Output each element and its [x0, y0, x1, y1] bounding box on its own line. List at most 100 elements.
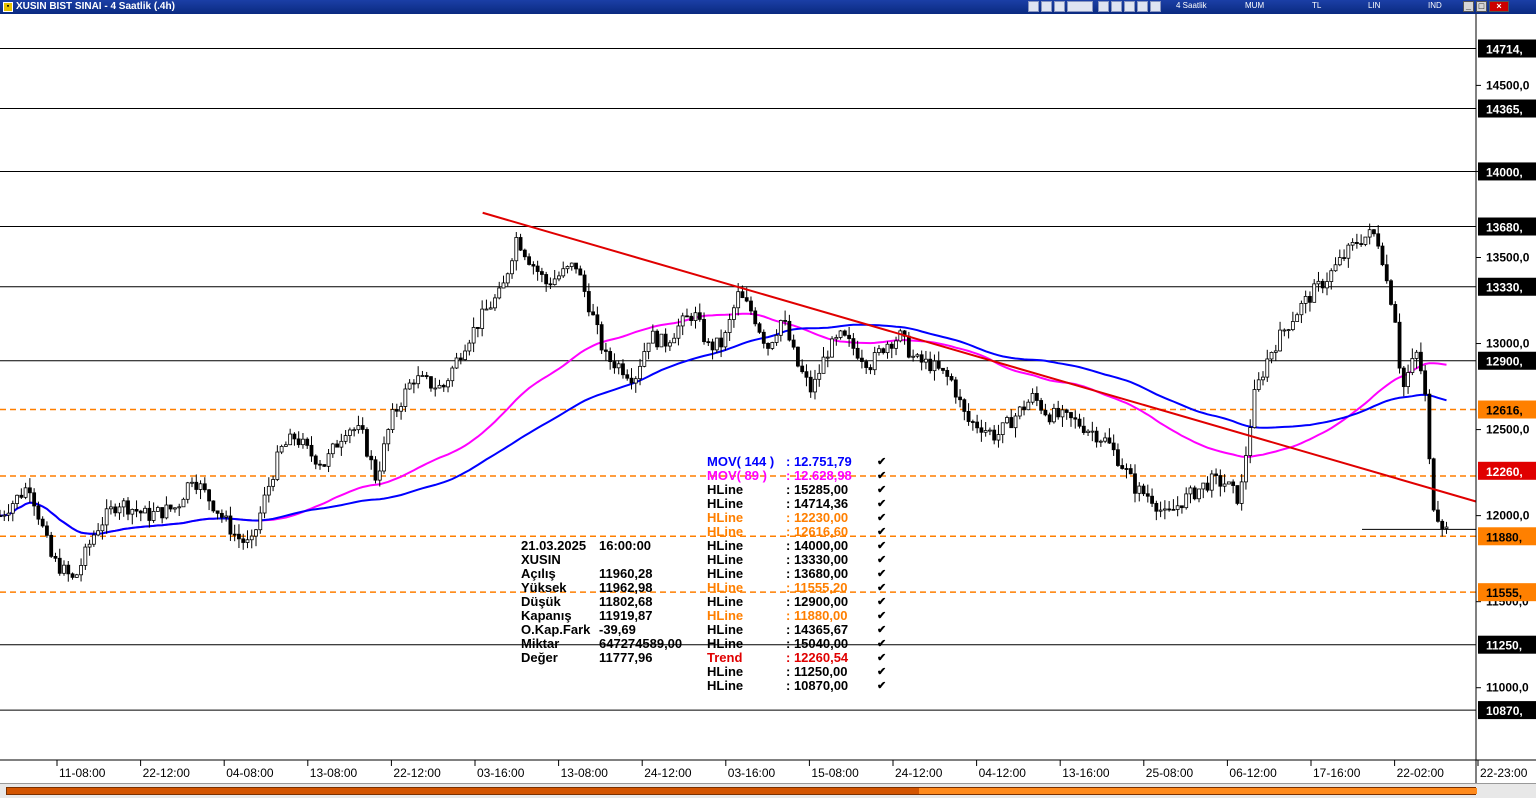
candle-body — [766, 342, 770, 349]
legend-row[interactable]: HLine: 12230,00 ✔ — [707, 511, 887, 525]
tool-icon[interactable] — [1067, 1, 1093, 12]
legend-check-icon[interactable]: ✔ — [877, 497, 886, 511]
period-selector[interactable]: 4 Saatlik — [1176, 1, 1207, 10]
legend-check-icon[interactable]: ✔ — [877, 539, 886, 553]
candle-body — [407, 382, 412, 390]
tool-icon[interactable] — [1124, 1, 1135, 12]
legend-row[interactable]: HLine: 14000,00 ✔ — [707, 539, 887, 553]
legend-name: HLine — [707, 622, 744, 637]
legend-row[interactable]: MOV( 89 ): 12.628,98 ✔ — [707, 469, 887, 483]
legend-name: HLine — [707, 594, 744, 609]
candle-body — [1009, 417, 1014, 429]
candle-body — [817, 372, 822, 380]
horizontal-scrollbar[interactable] — [6, 787, 1477, 795]
legend-row[interactable]: HLine: 11250,00 ✔ — [707, 665, 887, 679]
legend-row[interactable]: HLine: 15040,00 ✔ — [707, 637, 887, 651]
legend-row[interactable]: Trend: 12260,54 ✔ — [707, 651, 887, 665]
candle-body — [424, 375, 429, 378]
menu-tl[interactable]: TL — [1312, 1, 1321, 10]
minimize-button[interactable]: _ — [1463, 1, 1474, 12]
candle-body — [309, 444, 314, 457]
legend-check-icon[interactable]: ✔ — [877, 483, 886, 497]
legend-check-icon[interactable]: ✔ — [877, 609, 886, 623]
legend-name: HLine — [707, 496, 744, 511]
candle-body — [23, 487, 28, 498]
legend-check-icon[interactable]: ✔ — [877, 455, 886, 469]
tool-icon[interactable] — [1028, 1, 1039, 12]
candle-body — [224, 515, 229, 518]
candle-body — [552, 278, 557, 285]
legend-row[interactable]: HLine: 10870,00 ✔ — [707, 679, 887, 693]
legend-check-icon[interactable]: ✔ — [877, 511, 886, 525]
time-tick-label: 22-12:00 — [393, 766, 441, 780]
axis-tick-label: 13500,0 — [1486, 250, 1530, 264]
tool-icon[interactable] — [1150, 1, 1161, 12]
time-tick-label: 17-16:00 — [1313, 766, 1361, 780]
candle-body — [126, 500, 130, 515]
candle-body — [1354, 241, 1359, 244]
legend-check-icon[interactable]: ✔ — [877, 651, 886, 665]
menu-ind[interactable]: IND — [1428, 1, 1442, 10]
candle-body — [10, 503, 15, 514]
candle-body — [983, 430, 988, 433]
legend-check-icon[interactable]: ✔ — [877, 595, 886, 609]
menu-mum[interactable]: MUM — [1245, 1, 1264, 10]
time-tick-label: 11-08:00 — [59, 766, 106, 780]
legend-name: HLine — [707, 664, 744, 679]
candle-body — [958, 396, 962, 401]
legend-row[interactable]: HLine: 14714,36 ✔ — [707, 497, 887, 511]
candle-body — [723, 332, 728, 348]
menu-lin[interactable]: LIN — [1368, 1, 1380, 10]
candle-body — [604, 349, 608, 352]
legend-row[interactable]: HLine: 12900,00 ✔ — [707, 595, 887, 609]
legend-row[interactable]: HLine: 11555,20 ✔ — [707, 581, 887, 595]
tool-icon[interactable] — [1054, 1, 1065, 12]
candle-body — [1261, 376, 1265, 381]
legend-name: HLine — [707, 580, 744, 595]
tool-icon[interactable] — [1041, 1, 1052, 12]
candle-body — [1406, 372, 1410, 388]
legend-row[interactable]: HLine: 13680,00 ✔ — [707, 567, 887, 581]
legend-check-icon[interactable]: ✔ — [877, 553, 886, 567]
candle-body — [569, 262, 574, 267]
legend-row[interactable]: MOV( 144 ): 12.751,79 ✔ — [707, 455, 887, 469]
candle-body — [275, 451, 280, 480]
candle-body — [685, 315, 689, 318]
legend-row[interactable]: HLine: 11880,00 ✔ — [707, 609, 887, 623]
legend-row[interactable]: HLine: 15285,00 ✔ — [707, 483, 887, 497]
candle-body — [518, 237, 523, 251]
legend-check-icon[interactable]: ✔ — [877, 581, 886, 595]
app-icon[interactable]: ▪ — [3, 2, 13, 12]
legend-check-icon[interactable]: ✔ — [877, 469, 886, 483]
legend-row[interactable]: HLine: 14365,67 ✔ — [707, 623, 887, 637]
legend-check-icon[interactable]: ✔ — [877, 679, 886, 693]
legend-row[interactable]: HLine: 12616,60 ✔ — [707, 525, 887, 539]
legend-check-icon[interactable]: ✔ — [877, 637, 886, 651]
candle-body — [744, 297, 749, 302]
candle-body — [932, 360, 937, 372]
legend-row[interactable]: HLine: 13330,00 ✔ — [707, 553, 887, 567]
candle-body — [1005, 417, 1009, 424]
tool-icon[interactable] — [1137, 1, 1148, 12]
scrollbar-thumb[interactable] — [919, 788, 1477, 794]
legend-check-icon[interactable]: ✔ — [877, 623, 886, 637]
tool-icon[interactable] — [1111, 1, 1122, 12]
candle-body — [117, 506, 122, 514]
candle-body — [868, 367, 873, 371]
legend-name: HLine — [707, 566, 744, 581]
legend-check-icon[interactable]: ✔ — [877, 525, 886, 539]
close-button[interactable]: × — [1489, 1, 1509, 12]
legend-name: HLine — [707, 510, 744, 525]
candle-body — [1423, 370, 1428, 395]
legend-check-icon[interactable]: ✔ — [877, 567, 886, 581]
legend-check-icon[interactable]: ✔ — [877, 665, 886, 679]
candle-body — [813, 378, 817, 393]
candle-body — [266, 485, 271, 496]
candle-body — [249, 535, 254, 541]
candle-body — [668, 342, 672, 347]
tool-icon[interactable] — [1098, 1, 1109, 12]
maximize-button[interactable]: □ — [1476, 1, 1487, 12]
candle-body — [851, 338, 856, 349]
candle-body — [608, 351, 613, 362]
candle-body — [714, 337, 719, 351]
